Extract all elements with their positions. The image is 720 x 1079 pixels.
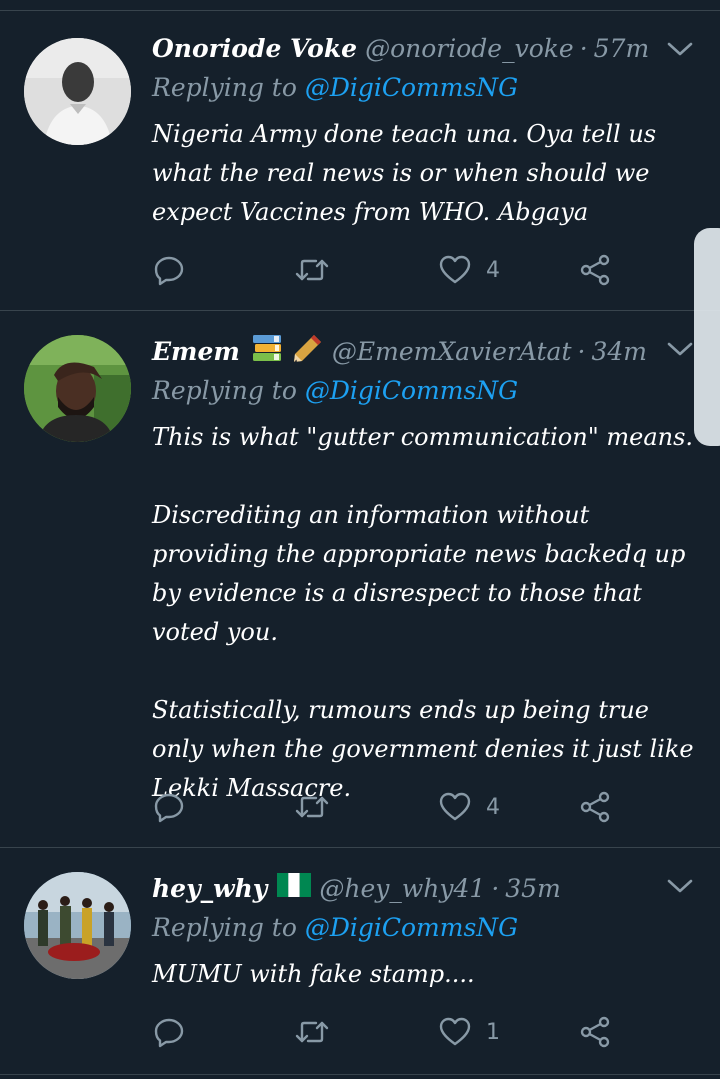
avatar[interactable] <box>24 38 131 145</box>
separator-dot: · <box>579 33 588 63</box>
share-icon <box>580 791 610 823</box>
timestamp[interactable]: 35m <box>505 874 561 903</box>
replying-to: Replying to @DigiCommsNG <box>152 73 518 109</box>
tweet-header: Onoriode Voke @onoriode_voke · 57m <box>152 28 649 68</box>
share-icon <box>580 1016 610 1048</box>
tweet-header: hey_why @hey_why41 · 35m <box>152 868 561 908</box>
share-button[interactable] <box>578 1012 612 1052</box>
separator-dot: · <box>491 873 500 903</box>
heart-icon <box>439 1017 471 1046</box>
retweet-button[interactable] <box>294 1012 344 1052</box>
tweet-text: This is what "gutter communication" mean… <box>152 423 694 802</box>
heart-icon <box>439 792 471 821</box>
nigeria-flag-icon <box>277 873 312 903</box>
reply-icon <box>154 256 184 286</box>
tweet-2[interactable]: Emem @EmemXavierAtat · 34m Replying to @… <box>0 311 720 848</box>
tweet-text: MUMU with fake stamp.... <box>152 960 475 988</box>
share-icon <box>580 254 610 286</box>
reply-button[interactable] <box>152 787 200 827</box>
books-emoji-icon <box>250 332 284 370</box>
replying-to: Replying to @DigiCommsNG <box>152 376 518 412</box>
tweet-header: Emem @EmemXavierAtat · 34m <box>152 331 647 371</box>
mention-link[interactable]: @DigiCommsNG <box>305 376 518 405</box>
heart-icon <box>439 255 471 284</box>
avatar-photo <box>24 872 131 979</box>
share-button[interactable] <box>578 250 612 290</box>
retweet-icon <box>295 796 329 818</box>
mention-link[interactable]: @DigiCommsNG <box>305 913 518 942</box>
replying-to-prefix: Replying to <box>152 913 297 942</box>
action-bar: 4 <box>152 250 622 290</box>
pen-emoji-icon <box>290 332 324 370</box>
replying-to: Replying to @DigiCommsNG <box>152 913 518 949</box>
replying-to-prefix: Replying to <box>152 73 297 102</box>
tweet-text: Nigeria Army done teach una. Oya tell us… <box>152 120 664 226</box>
retweet-icon <box>295 259 329 281</box>
scrollbar-thumb[interactable] <box>694 228 720 446</box>
action-bar: 4 <box>152 787 622 827</box>
retweet-button[interactable] <box>294 250 344 290</box>
reply-icon <box>154 1018 184 1048</box>
user-handle[interactable]: @hey_why41 <box>319 874 485 903</box>
user-handle[interactable]: @EmemXavierAtat <box>332 337 572 366</box>
reply-icon <box>154 793 184 823</box>
reply-button[interactable] <box>152 1012 200 1052</box>
display-name[interactable]: Emem <box>152 337 240 366</box>
avatar[interactable] <box>24 335 131 442</box>
retweet-button[interactable] <box>294 787 344 827</box>
mention-link[interactable]: @DigiCommsNG <box>305 73 518 102</box>
like-button[interactable]: 1 <box>438 1012 500 1052</box>
share-button[interactable] <box>578 787 612 827</box>
display-name[interactable]: hey_why <box>152 874 267 903</box>
chevron-down-icon[interactable] <box>664 337 696 361</box>
tweet-1[interactable]: Onoriode Voke @onoriode_voke · 57m Reply… <box>0 11 720 311</box>
like-count: 4 <box>486 257 500 283</box>
avatar[interactable] <box>24 872 131 979</box>
display-name[interactable]: Onoriode Voke <box>152 34 357 63</box>
like-button[interactable]: 4 <box>438 787 500 827</box>
avatar-photo <box>24 335 131 442</box>
replying-to-prefix: Replying to <box>152 376 297 405</box>
chevron-down-icon[interactable] <box>664 37 696 61</box>
tweet-3[interactable]: hey_why @hey_why41 · 35m Replying to @Di… <box>0 848 720 1075</box>
separator-dot: · <box>577 336 586 366</box>
chevron-down-icon[interactable] <box>664 874 696 898</box>
user-handle[interactable]: @onoriode_voke <box>365 34 574 63</box>
timestamp[interactable]: 57m <box>594 34 650 63</box>
action-bar: 1 <box>152 1012 622 1052</box>
reply-button[interactable] <box>152 250 200 290</box>
like-count: 1 <box>486 1019 500 1045</box>
avatar-photo <box>24 38 131 145</box>
like-button[interactable]: 4 <box>438 250 500 290</box>
retweet-icon <box>295 1021 329 1043</box>
like-count: 4 <box>486 794 500 820</box>
timestamp[interactable]: 34m <box>591 337 647 366</box>
